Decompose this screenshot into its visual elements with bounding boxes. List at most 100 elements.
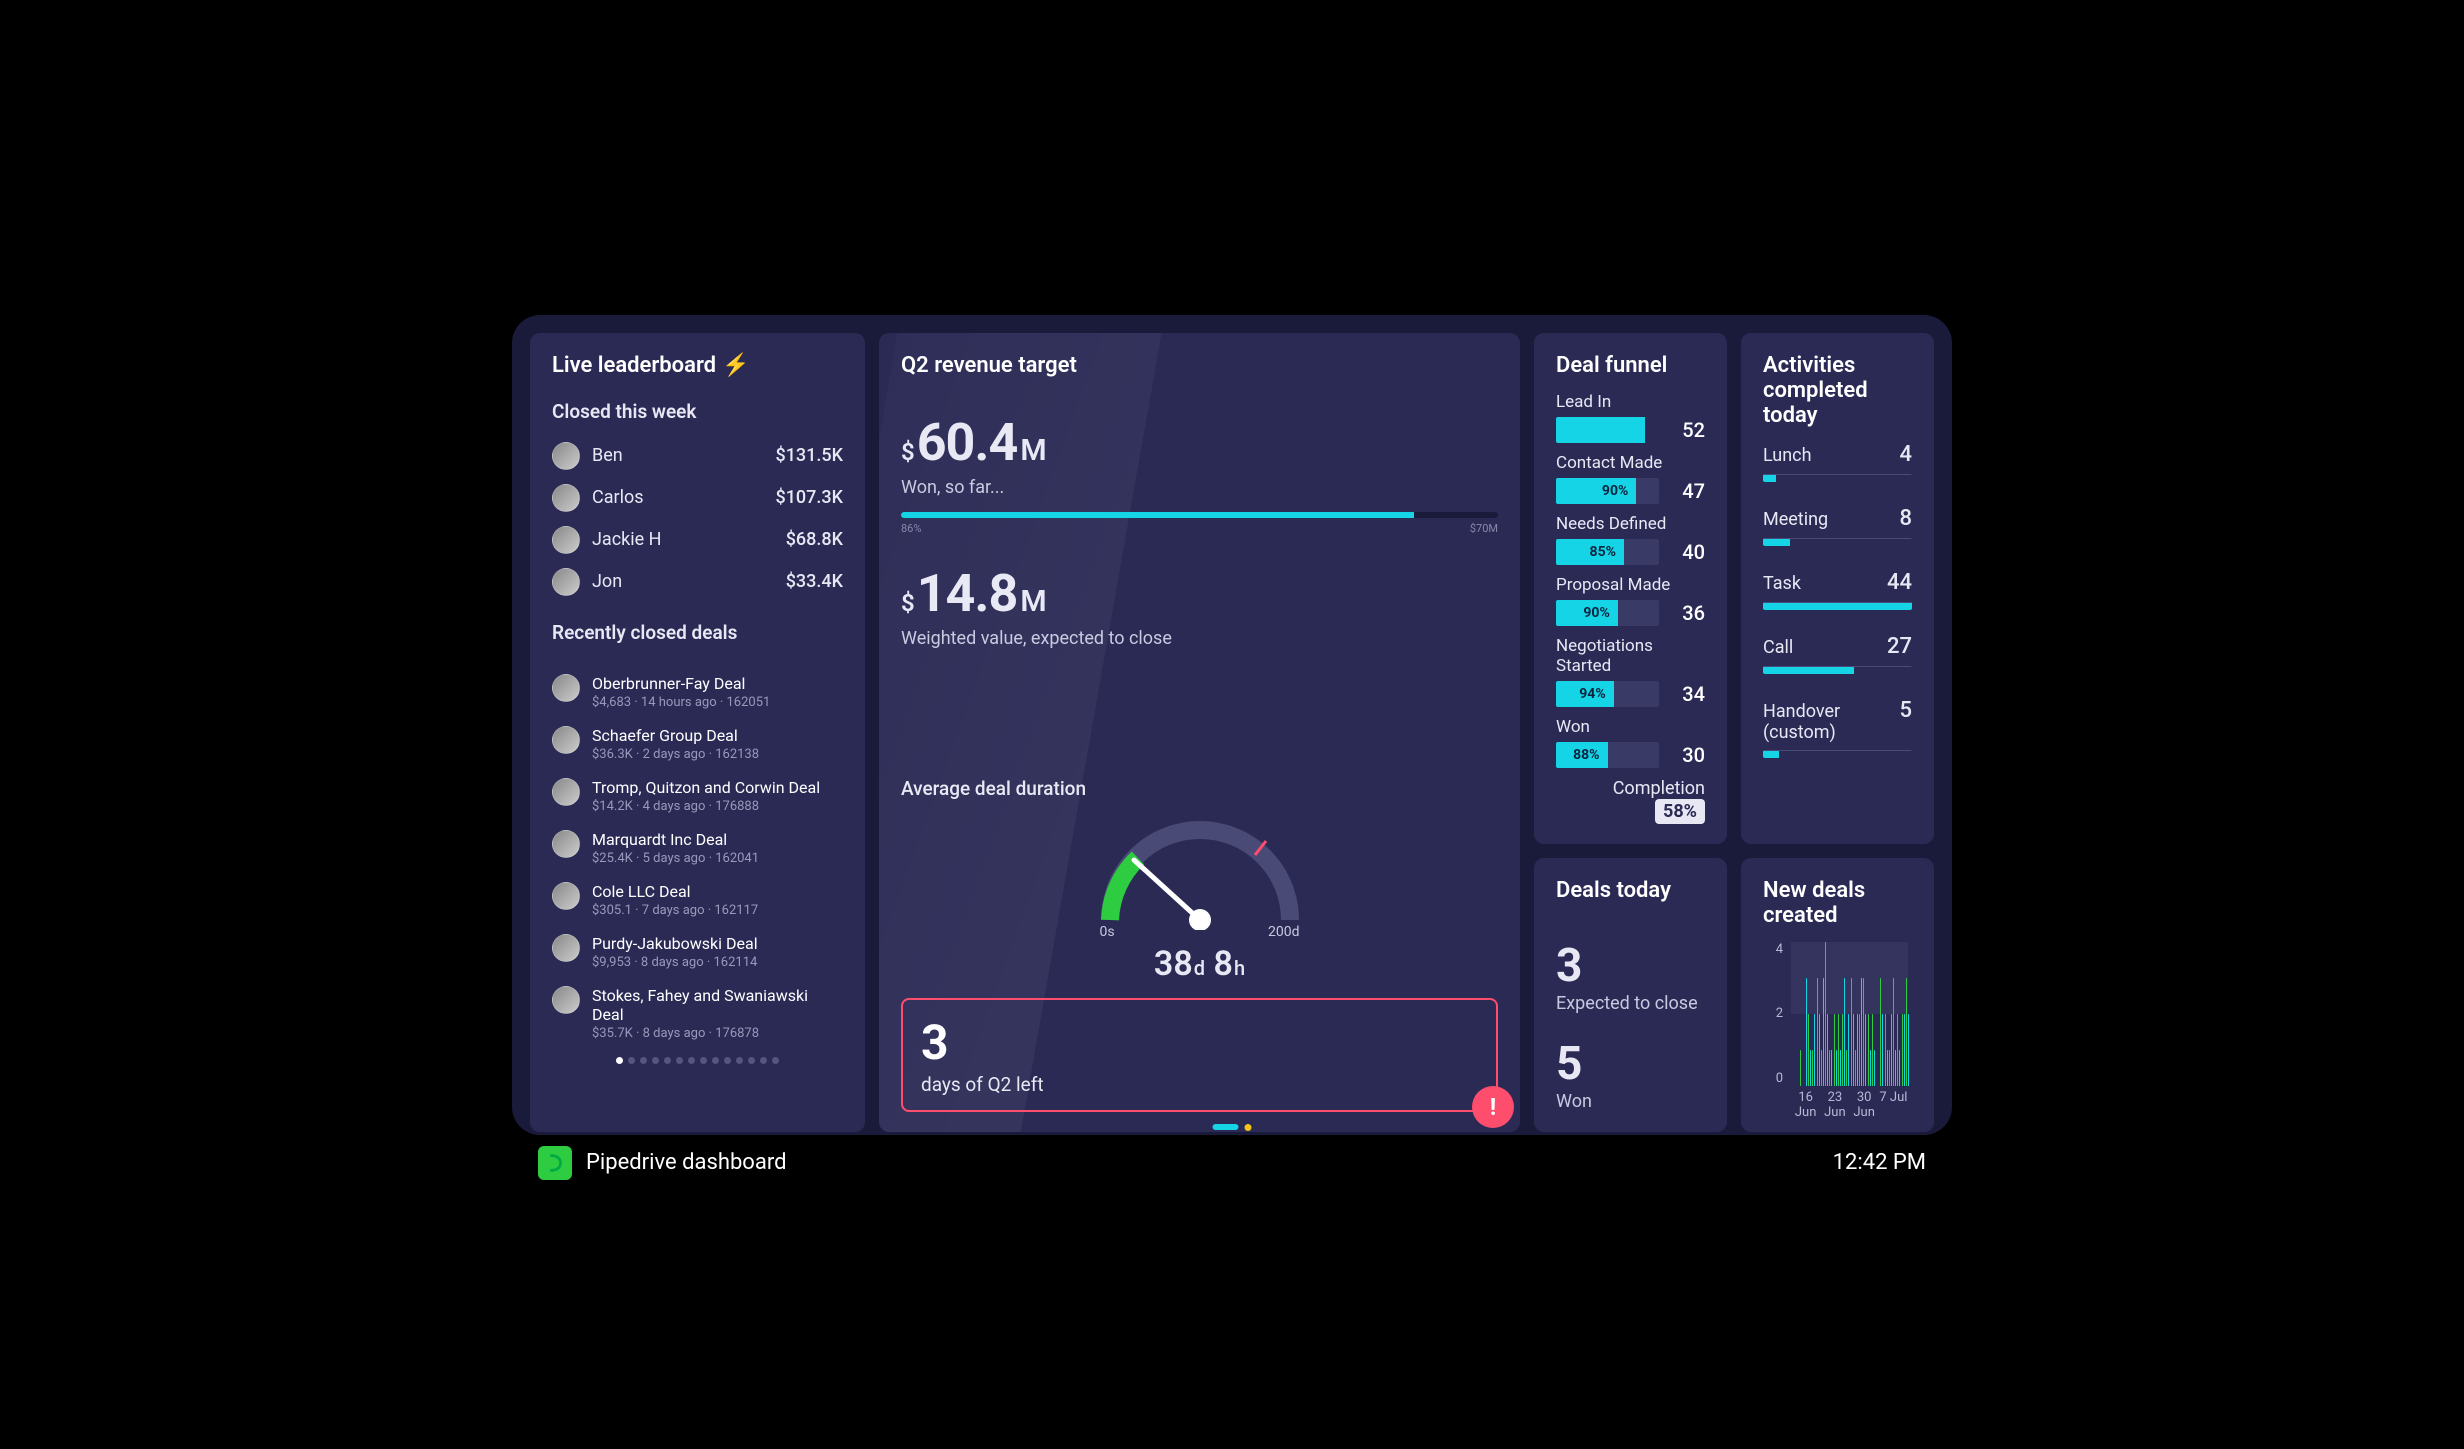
page-dot[interactable] xyxy=(700,1057,707,1064)
person-value: $68.8K xyxy=(786,529,843,550)
weighted-sub: Weighted value, expected to close xyxy=(901,628,1498,649)
stage-label: Won xyxy=(1556,717,1705,737)
activity-count: 8 xyxy=(1899,506,1912,531)
card-title: Deal funnel xyxy=(1556,353,1705,378)
person-name: Jon xyxy=(592,571,774,592)
activity-label: Task xyxy=(1763,573,1801,594)
days-left-alert: 3 days of Q2 left ! xyxy=(901,998,1498,1112)
activity-item: Lunch 4 xyxy=(1763,442,1912,482)
activity-item: Task 44 xyxy=(1763,570,1912,610)
deal-title: Cole LLC Deal xyxy=(592,882,843,901)
deal-meta: $25.4K · 5 days ago · 162041 xyxy=(592,851,843,866)
page-dot[interactable] xyxy=(676,1057,683,1064)
avatar xyxy=(552,726,580,754)
deals-today-card: Deals today 3 Expected to close 5 Won xyxy=(1534,858,1727,1132)
avatar xyxy=(552,882,580,910)
avatar xyxy=(552,986,580,1014)
completion-row: Completion 58% xyxy=(1556,778,1705,824)
funnel-stage: Negotiations Started 94% 34 xyxy=(1556,636,1705,707)
won-today: 5 Won xyxy=(1556,1037,1705,1112)
page-dot[interactable] xyxy=(748,1057,755,1064)
gauge-value: 38d 8h xyxy=(1154,944,1245,984)
stage-label: Contact Made xyxy=(1556,453,1705,473)
activity-count: 4 xyxy=(1899,442,1912,467)
deal-meta: $4,683 · 14 hours ago · 162051 xyxy=(592,695,843,710)
stage-bar: 94% xyxy=(1556,681,1659,707)
activity-item: Handover (custom) 5 xyxy=(1763,698,1912,758)
page-dot[interactable] xyxy=(652,1057,659,1064)
deal-title: Schaefer Group Deal xyxy=(592,726,843,745)
activity-item: Call 27 xyxy=(1763,634,1912,674)
alert-icon: ! xyxy=(1472,1086,1514,1128)
stage-count: 40 xyxy=(1673,540,1705,564)
funnel-stage: Proposal Made 90% 36 xyxy=(1556,575,1705,626)
deal-item: Purdy-Jakubowski Deal $9,953 · 8 days ag… xyxy=(552,926,843,978)
page-dot[interactable] xyxy=(628,1057,635,1064)
page-dot[interactable] xyxy=(772,1057,779,1064)
leaderboard-row: Jackie H $68.8K xyxy=(552,519,843,561)
page-dot[interactable] xyxy=(640,1057,647,1064)
avatar xyxy=(552,934,580,962)
leaderboard-row: Ben $131.5K xyxy=(552,435,843,477)
page-dot[interactable] xyxy=(736,1057,743,1064)
won-value: $ 60.4 M xyxy=(901,412,1498,473)
person-value: $131.5K xyxy=(775,445,843,466)
stage-label: Proposal Made xyxy=(1556,575,1705,595)
recent-deals-sub: Recently closed deals xyxy=(552,621,843,644)
avatar xyxy=(552,778,580,806)
page-dot[interactable] xyxy=(724,1057,731,1064)
leaderboard-row: Jon $33.4K xyxy=(552,561,843,603)
leaderboard-card: Live leaderboard ⚡ Closed this week Ben … xyxy=(530,333,865,1132)
stage-count: 36 xyxy=(1673,601,1705,625)
new-deals-chart-card: New deals created 420 16 Jun23 Jun30 Jun… xyxy=(1741,858,1934,1132)
deal-item: Tromp, Quitzon and Corwin Deal $14.2K · … xyxy=(552,770,843,822)
stage-bar: 90% xyxy=(1556,600,1659,626)
page-dot[interactable] xyxy=(688,1057,695,1064)
gauge-title: Average deal duration xyxy=(901,777,1498,800)
stage-bar xyxy=(1556,417,1659,443)
deal-item: Schaefer Group Deal $36.3K · 2 days ago … xyxy=(552,718,843,770)
card-title: New deals created xyxy=(1763,878,1912,928)
gauge-icon xyxy=(1090,810,1310,930)
stage-count: 47 xyxy=(1673,479,1705,503)
deal-meta: $35.7K · 8 days ago · 176878 xyxy=(592,1026,843,1041)
person-value: $107.3K xyxy=(775,487,843,508)
page-dot[interactable] xyxy=(712,1057,719,1064)
stage-bar: 85% xyxy=(1556,539,1659,565)
screen-pager[interactable] xyxy=(1213,1124,1252,1131)
lightning-icon: ⚡ xyxy=(722,353,749,378)
left-column: Q2 revenue target $ 60.4 M Won, so far..… xyxy=(879,333,1520,1132)
stage-bar: 90% xyxy=(1556,478,1659,504)
activity-label: Handover (custom) xyxy=(1763,701,1899,743)
stage-label: Needs Defined xyxy=(1556,514,1705,534)
person-name: Jackie H xyxy=(592,529,774,550)
deal-item: Stokes, Fahey and Swaniawski Deal $35.7K… xyxy=(552,978,843,1049)
dashboard-device: Q2 revenue target $ 60.4 M Won, so far..… xyxy=(512,315,1952,1135)
leaderboard-row: Carlos $107.3K xyxy=(552,477,843,519)
activity-item: Meeting 8 xyxy=(1763,506,1912,546)
card-title: Q2 revenue target xyxy=(901,353,1498,378)
page-dot[interactable] xyxy=(664,1057,671,1064)
page-dot[interactable] xyxy=(616,1057,623,1064)
pagination-dots[interactable] xyxy=(552,1057,843,1064)
middle-column: Deal funnel Lead In 52Contact Made 90% 4… xyxy=(1534,333,1934,1132)
page-dot[interactable] xyxy=(760,1057,767,1064)
person-name: Carlos xyxy=(592,487,763,508)
funnel-stage: Needs Defined 85% 40 xyxy=(1556,514,1705,565)
gauge-section: Average deal duration 0s 200d 38d xyxy=(901,777,1498,984)
activity-label: Meeting xyxy=(1763,509,1828,530)
bar-chart: 420 16 Jun23 Jun30 Jun7 Jul xyxy=(1763,942,1912,1112)
funnel-stage: Won 88% 30 xyxy=(1556,717,1705,768)
deal-item: Marquardt Inc Deal $25.4K · 5 days ago ·… xyxy=(552,822,843,874)
deal-title: Purdy-Jakubowski Deal xyxy=(592,934,843,953)
stage-count: 34 xyxy=(1673,682,1705,706)
deal-item: Cole LLC Deal $305.1 · 7 days ago · 1621… xyxy=(552,874,843,926)
avatar xyxy=(552,568,580,596)
deal-meta: $36.3K · 2 days ago · 162138 xyxy=(592,747,843,762)
deal-title: Tromp, Quitzon and Corwin Deal xyxy=(592,778,843,797)
avatar xyxy=(552,484,580,512)
deal-meta: $9,953 · 8 days ago · 162114 xyxy=(592,955,843,970)
deal-title: Stokes, Fahey and Swaniawski Deal xyxy=(592,986,843,1024)
activity-count: 27 xyxy=(1887,634,1912,659)
avatar xyxy=(552,442,580,470)
